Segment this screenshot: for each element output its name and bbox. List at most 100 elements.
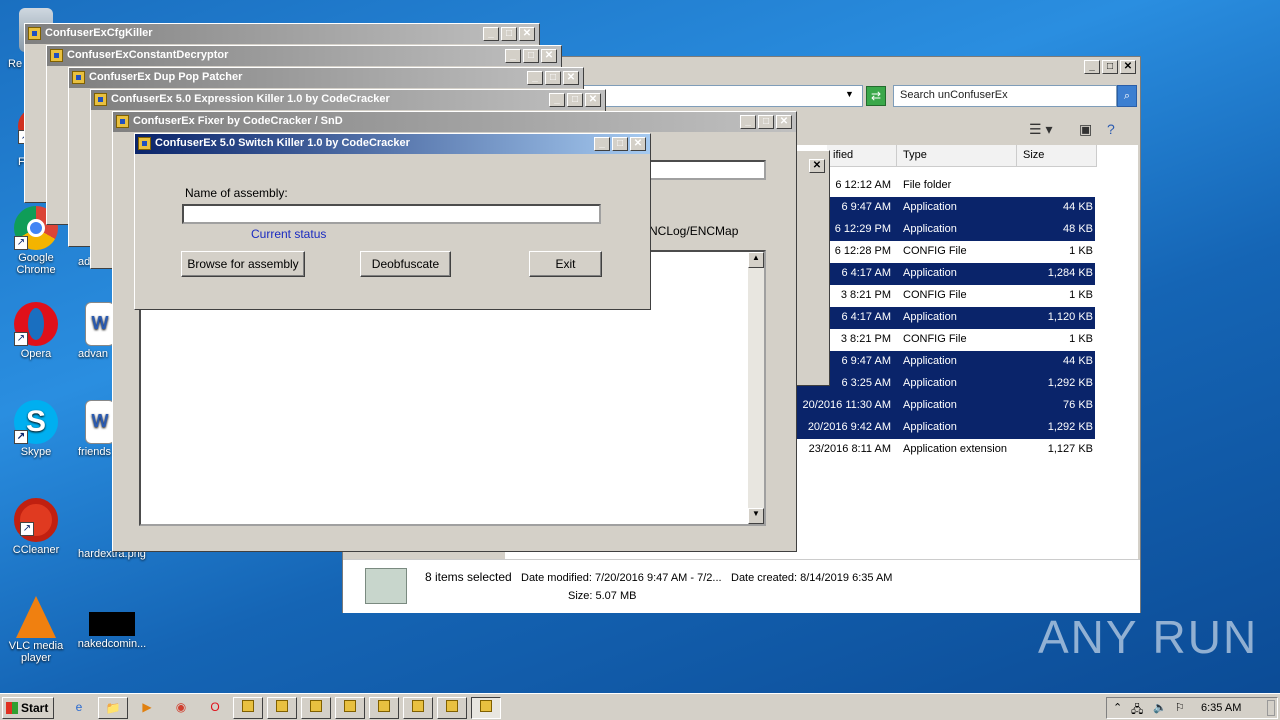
- address-dropdown-icon[interactable]: ▼: [845, 89, 854, 99]
- maximize-button[interactable]: □: [612, 137, 628, 151]
- maximize-button[interactable]: □: [567, 93, 583, 107]
- scroll-up-icon[interactable]: ▲: [748, 252, 764, 268]
- file-type: Application: [903, 311, 957, 323]
- minimize-button[interactable]: _: [505, 49, 521, 63]
- selection-size: Size: 5.07 MB: [568, 590, 637, 602]
- maximize-button[interactable]: □: [758, 115, 774, 129]
- file-type: Application: [903, 223, 957, 235]
- opera-taskbar-icon[interactable]: O: [200, 697, 230, 719]
- file-size: 44 KB: [1063, 355, 1093, 367]
- exit-button[interactable]: Exit: [529, 251, 602, 277]
- taskbar-app-4[interactable]: [335, 697, 365, 719]
- minimize-button[interactable]: _: [594, 137, 610, 151]
- column-date-modified[interactable]: ified: [827, 145, 897, 167]
- ie-icon[interactable]: e: [64, 697, 94, 719]
- date-created: Date created: 8/14/2019 6:35 AM: [731, 572, 893, 584]
- file-type: CONFIG File: [903, 333, 967, 345]
- minimize-button[interactable]: _: [549, 93, 565, 107]
- chrome-taskbar-icon[interactable]: ◉: [166, 697, 196, 719]
- close-button[interactable]: ✕: [1120, 60, 1136, 74]
- maximize-button[interactable]: □: [1102, 60, 1118, 74]
- file-size: 44 KB: [1063, 201, 1093, 213]
- refresh-button[interactable]: ⇄: [866, 86, 886, 106]
- file-type: Application: [903, 399, 957, 411]
- volume-icon[interactable]: 🔈: [1153, 701, 1167, 714]
- taskbar-app-6[interactable]: [403, 697, 433, 719]
- scrollbar[interactable]: ▲ ▼: [748, 252, 764, 524]
- app-icon: [72, 71, 85, 84]
- file-type: Application extension: [903, 443, 1007, 455]
- file-date: 20/2016 11:30 AM: [802, 399, 891, 411]
- flag-icon[interactable]: ⚐: [1175, 701, 1185, 714]
- maximize-button[interactable]: □: [545, 71, 561, 85]
- date-modified: Date modified: 7/20/2016 9:47 AM - 7/2..…: [521, 572, 722, 584]
- minimize-button[interactable]: _: [740, 115, 756, 129]
- show-hidden-icons-icon[interactable]: ⌃: [1113, 701, 1122, 714]
- close-button[interactable]: ✕: [809, 159, 825, 173]
- image-thumb-icon: [89, 612, 135, 636]
- media-player-icon[interactable]: ▶: [132, 697, 162, 719]
- close-button[interactable]: ✕: [563, 71, 579, 85]
- column-type[interactable]: Type: [897, 145, 1017, 167]
- desktop-icon-skype[interactable]: S ↗ Skype: [4, 400, 68, 458]
- windows-logo-icon: [6, 702, 18, 714]
- desktop-icon-nakedcoming[interactable]: nakedcomin...: [74, 612, 150, 650]
- app-icon: [94, 93, 107, 106]
- close-button[interactable]: ✕: [776, 115, 792, 129]
- minimize-button[interactable]: _: [1084, 60, 1100, 74]
- fixer-path-input[interactable]: [643, 160, 766, 180]
- taskbar-app-1[interactable]: [233, 697, 263, 719]
- desktop-icon-vlc[interactable]: VLC media player: [4, 596, 68, 664]
- minimize-button[interactable]: _: [527, 71, 543, 85]
- file-size: 1,120 KB: [1047, 311, 1093, 323]
- file-type: Application: [903, 267, 957, 279]
- taskbar-app-active[interactable]: [471, 697, 501, 719]
- minimize-button[interactable]: _: [483, 27, 499, 41]
- file-size: 1,127 KB: [1047, 443, 1093, 455]
- file-type: CONFIG File: [903, 289, 967, 301]
- file-size: 1 KB: [1069, 333, 1093, 345]
- search-input[interactable]: Search unConfuserEx: [893, 85, 1117, 107]
- file-size: 1,292 KB: [1047, 421, 1093, 433]
- close-button[interactable]: ✕: [519, 27, 535, 41]
- file-size: 1 KB: [1069, 289, 1093, 301]
- close-button[interactable]: ✕: [630, 137, 646, 151]
- desktop-icon-ccleaner[interactable]: ↗ CCleaner: [4, 498, 68, 556]
- start-button[interactable]: Start: [2, 697, 54, 719]
- selected-count: 8 items selected: [425, 570, 512, 584]
- vlc-icon: [16, 596, 56, 638]
- search-icon[interactable]: ⌕: [1117, 85, 1137, 107]
- maximize-button[interactable]: □: [523, 49, 539, 63]
- maximize-button[interactable]: □: [501, 27, 517, 41]
- clock[interactable]: 6:35 AM: [1201, 702, 1241, 714]
- preview-pane-icon[interactable]: ▣: [1079, 121, 1092, 138]
- system-tray: ⌃ 🖧 🔈 ⚐ 6:35 AM: [1106, 697, 1278, 719]
- network-icon[interactable]: 🖧: [1131, 701, 1143, 720]
- browse-assembly-button[interactable]: Browse for assembly: [181, 251, 305, 277]
- current-status-label: Current status: [251, 227, 327, 241]
- app-icon: [138, 137, 151, 150]
- app-icon: [50, 49, 63, 62]
- file-date: 20/2016 9:42 AM: [807, 421, 891, 433]
- taskbar-app-5[interactable]: [369, 697, 399, 719]
- file-size: 1,292 KB: [1047, 377, 1093, 389]
- assembly-name-input[interactable]: [182, 204, 601, 224]
- view-options-icon[interactable]: ☰ ▾: [1029, 121, 1052, 138]
- explorer-icon[interactable]: 📁: [98, 697, 128, 719]
- app-icon: [116, 115, 129, 128]
- desktop-icon-opera[interactable]: ↗ Opera: [4, 302, 68, 360]
- taskbar-app-7[interactable]: [437, 697, 467, 719]
- file-size: 1,284 KB: [1047, 267, 1093, 279]
- assembly-name-label: Name of assembly:: [185, 186, 288, 200]
- window-switch-killer: ConfuserEx 5.0 Switch Killer 1.0 by Code…: [134, 133, 651, 310]
- close-button[interactable]: ✕: [541, 49, 557, 63]
- close-button[interactable]: ✕: [585, 93, 601, 107]
- word-doc-icon: W: [85, 400, 115, 444]
- column-size[interactable]: Size: [1017, 145, 1097, 167]
- taskbar-app-3[interactable]: [301, 697, 331, 719]
- deobfuscate-button[interactable]: Deobfuscate: [360, 251, 451, 277]
- taskbar-app-2[interactable]: [267, 697, 297, 719]
- help-icon[interactable]: ?: [1107, 121, 1115, 137]
- show-desktop-button[interactable]: [1267, 700, 1275, 716]
- scroll-down-icon[interactable]: ▼: [748, 508, 764, 524]
